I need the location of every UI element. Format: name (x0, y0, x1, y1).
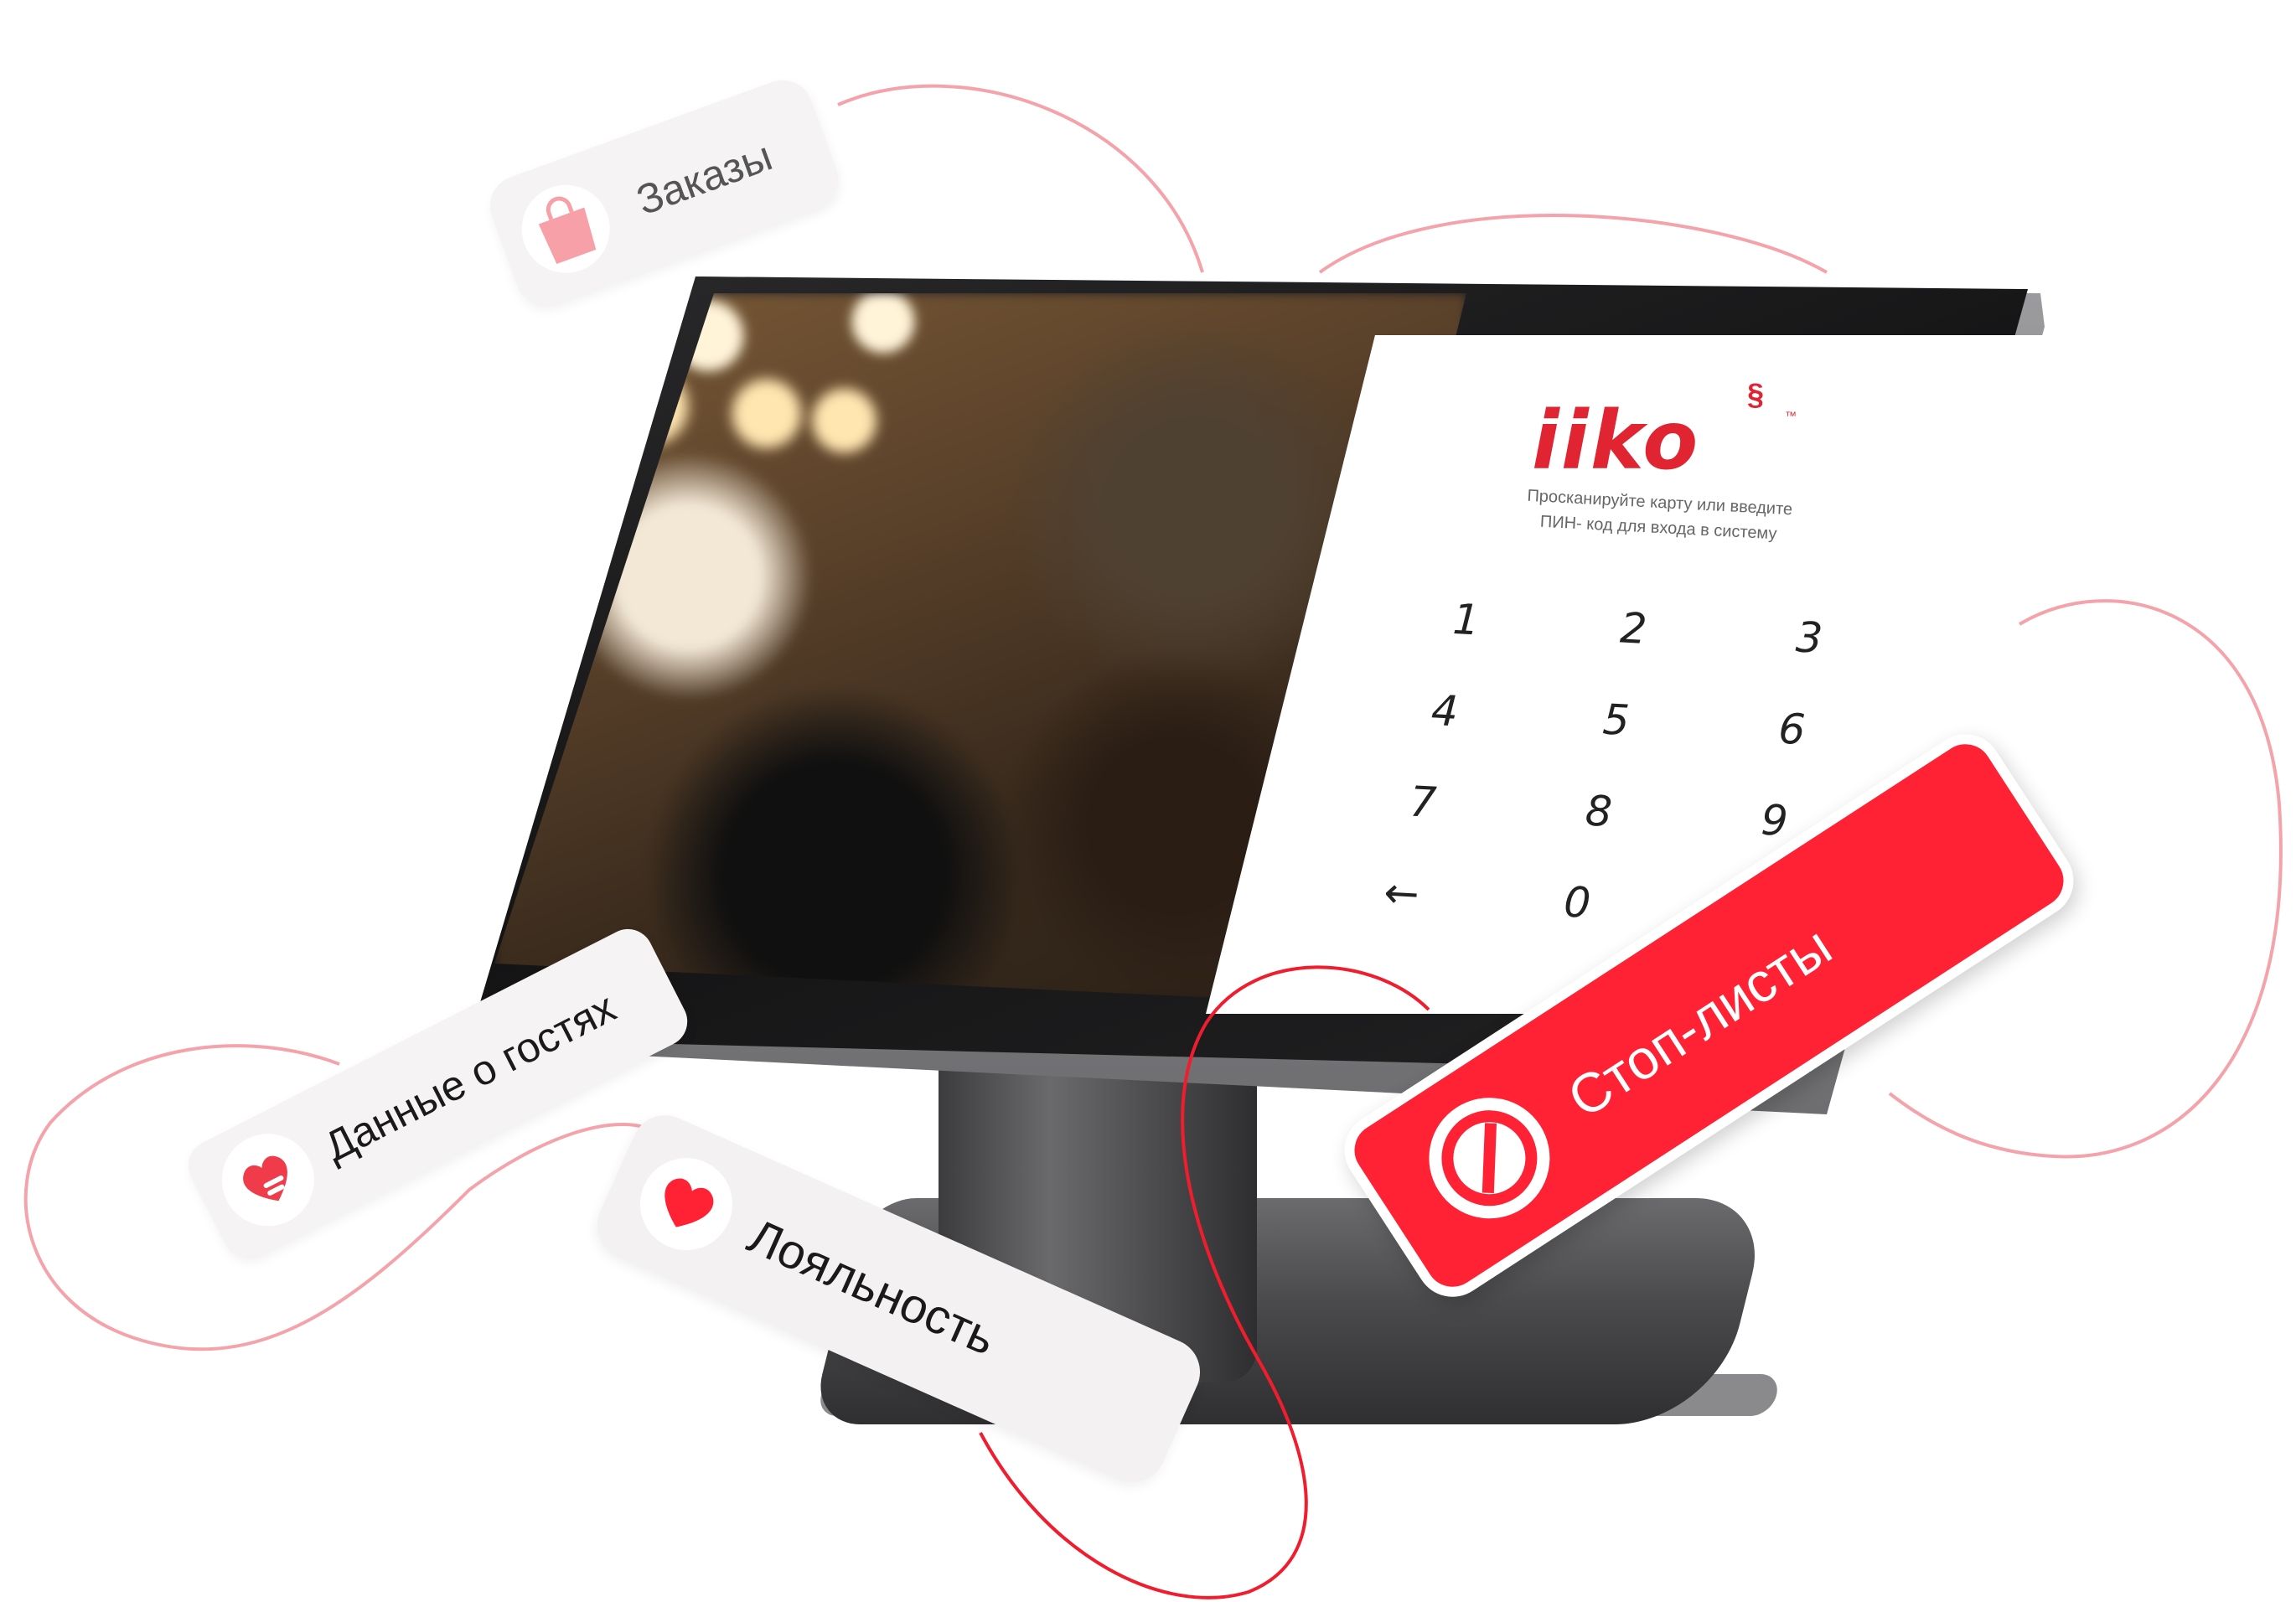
guests-icon-wrap (205, 1118, 330, 1243)
heart-icon (664, 1178, 714, 1227)
prohibition-icon (1429, 1098, 1550, 1219)
orders-icon-wrap (509, 172, 623, 286)
orders-label: Заказы (630, 132, 778, 225)
heart-hand-icon (243, 1155, 287, 1202)
stop-icon-wrap (1397, 1066, 1582, 1251)
shopping-bag-icon (538, 196, 596, 265)
loyalty-icon-wrap (625, 1143, 747, 1265)
